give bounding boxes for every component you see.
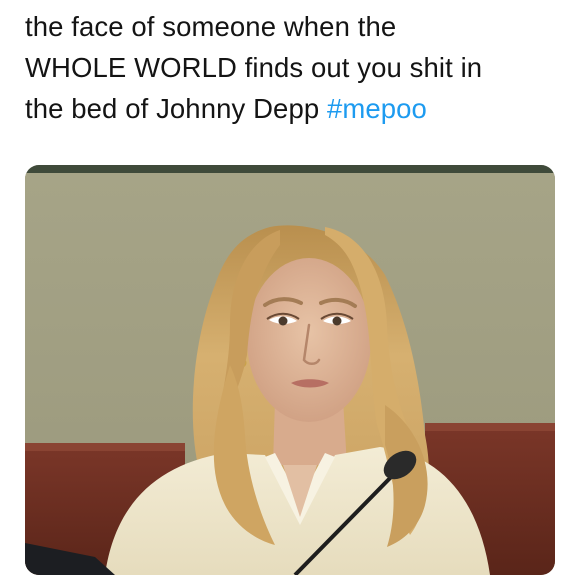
post-text: the face of someone when the WHOLE WORLD… [25,6,565,129]
post-text-line-1: the face of someone when the [25,11,397,42]
post-image[interactable] [25,165,555,575]
face [247,258,371,422]
courtroom-photo [25,165,555,575]
post-text-line-3-prefix: the bed of Johnny Depp [25,93,327,124]
hashtag-link[interactable]: #mepoo [327,93,427,124]
post-text-line-3: the bed of Johnny Depp #mepoo [25,88,565,129]
top-strip [25,165,555,173]
post-text-line-2: WHOLE WORLD finds out you shit in [25,52,483,83]
